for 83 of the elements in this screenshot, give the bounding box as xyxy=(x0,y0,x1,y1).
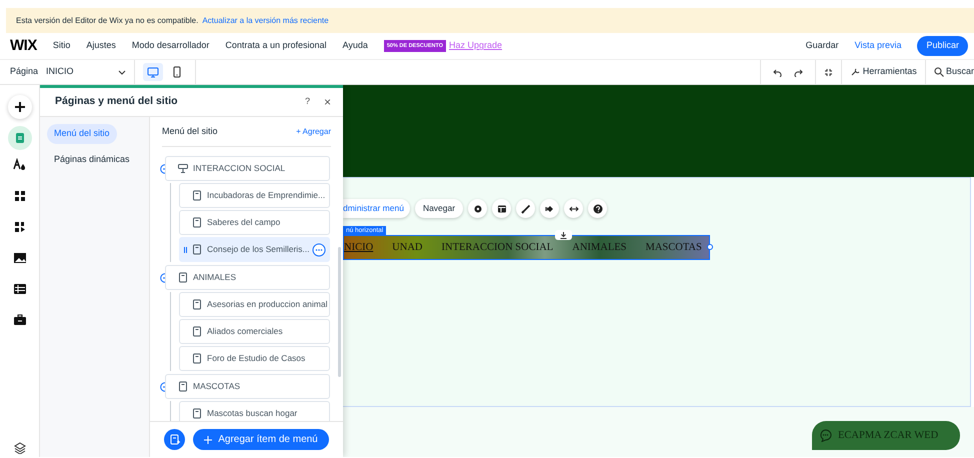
panel-tab[interactable]: Páginas dinámicas xyxy=(47,150,137,169)
menu-item-row[interactable]: Saberes del campo xyxy=(179,210,330,235)
panel-title: Páginas y menú del sitio xyxy=(55,94,179,110)
page-icon xyxy=(192,326,202,337)
chat-icon[interactable] xyxy=(819,429,832,442)
image-icon[interactable] xyxy=(12,251,26,265)
panel-tab[interactable]: Menú del sitio xyxy=(47,124,117,144)
menu-item[interactable]: Sitio xyxy=(52,39,70,53)
preview-button[interactable]: Vista previa xyxy=(854,39,902,53)
menu-item-row[interactable]: Incubadoras de Emprendimie... xyxy=(179,183,330,208)
brush-icon[interactable] xyxy=(520,204,531,214)
wrench-icon xyxy=(850,67,860,77)
briefcase-icon[interactable] xyxy=(12,313,26,327)
font-drop-icon[interactable] xyxy=(12,158,26,172)
save-button[interactable]: Guardar xyxy=(806,39,839,53)
menu-item-row[interactable]: INTERACCION SOCIAL xyxy=(165,156,330,181)
menu-link[interactable]: NICIO xyxy=(344,240,374,256)
menu-item-row[interactable]: MASCOTAS xyxy=(165,374,330,399)
menu-link[interactable]: UNAD xyxy=(392,240,423,256)
redo-icon[interactable] xyxy=(794,68,804,76)
tools-button[interactable]: Herramientas xyxy=(850,65,917,79)
stretch-icon[interactable] xyxy=(568,204,579,214)
download-icon[interactable] xyxy=(555,230,572,240)
scrollbar[interactable] xyxy=(338,247,341,377)
page-label: Página xyxy=(10,65,38,78)
add-icon[interactable] xyxy=(12,100,26,114)
page-icon xyxy=(178,272,188,283)
animation-icon[interactable] xyxy=(544,204,555,214)
search-icon xyxy=(934,67,944,77)
plus-icon[interactable] xyxy=(204,436,212,444)
menu-item[interactable]: Modo desarrollador xyxy=(132,39,210,53)
menu-link[interactable]: INTERACCION SOCIAL xyxy=(442,240,554,256)
page-icon xyxy=(192,408,202,419)
help-button[interactable]: ? xyxy=(304,95,310,109)
page-icon xyxy=(192,217,202,228)
navigate-button[interactable]: Navegar xyxy=(414,199,464,218)
dropdown-icon xyxy=(178,163,188,174)
undo-icon[interactable] xyxy=(773,68,782,76)
add-page-icon[interactable] xyxy=(170,434,180,445)
logo: WIX xyxy=(10,36,37,56)
page-icon xyxy=(192,190,202,201)
add-item-button[interactable]: Agregar ítem de menú xyxy=(193,429,329,450)
desktop-view-button[interactable] xyxy=(143,63,163,81)
grid-icon[interactable] xyxy=(12,189,26,203)
zoom-out-icon[interactable] xyxy=(824,68,834,76)
drag-handle-icon xyxy=(184,246,187,252)
puzzle-grid-icon[interactable] xyxy=(12,220,26,234)
menu-item-row[interactable]: Consejo de los Semilleris... xyxy=(179,237,330,262)
chevron-down-icon xyxy=(118,70,126,74)
table-icon[interactable] xyxy=(12,282,26,296)
layout-icon[interactable] xyxy=(496,204,507,214)
arrow-down-icon[interactable] xyxy=(560,232,567,238)
layers-icon[interactable] xyxy=(14,442,26,454)
close-button[interactable]: × xyxy=(324,93,331,111)
menu-item-row[interactable]: Asesorias en produccion animal xyxy=(179,292,330,317)
update-link[interactable]: Actualizar a la versión más reciente xyxy=(202,14,329,26)
page-icon xyxy=(192,353,202,364)
warning-message: Esta versión del Editor de Wix ya no es compatible. xyxy=(16,14,198,26)
menu-item-row[interactable]: Mascotas buscan hogar xyxy=(179,401,330,421)
phone-icon[interactable] xyxy=(173,66,181,78)
page-icon xyxy=(192,244,202,255)
upgrade-link[interactable]: Haz Upgrade xyxy=(449,39,502,53)
add-link[interactable]: + Agregar xyxy=(296,126,331,138)
page-selector[interactable]: INICIO xyxy=(46,65,126,79)
menu-item[interactable]: Contrata a un profesional xyxy=(225,39,326,53)
menu-item-row[interactable]: ANIMALES xyxy=(165,265,330,290)
section-title: Menú del sitio xyxy=(162,124,218,138)
monitor-icon[interactable] xyxy=(147,66,159,78)
manage-menu-button[interactable]: dministrar menú xyxy=(343,199,410,218)
help-icon[interactable] xyxy=(592,204,603,214)
menu-item[interactable]: Ajustes xyxy=(86,39,116,53)
add-page-button[interactable] xyxy=(164,429,186,450)
menu-item-row[interactable]: Aliados comerciales xyxy=(179,319,330,344)
menu-link[interactable]: MASCOTAS xyxy=(645,240,702,256)
page-icon xyxy=(178,381,188,392)
menu-item[interactable]: Ayuda xyxy=(342,39,368,53)
publish-button[interactable]: Publicar xyxy=(917,36,968,56)
page-icon xyxy=(192,299,202,310)
settings-icon[interactable] xyxy=(472,204,483,214)
menu-item-row[interactable]: Foro de Estudio de Casos xyxy=(179,346,330,371)
more-icon[interactable] xyxy=(312,242,326,256)
page-name: INICIO xyxy=(46,65,74,78)
search-button[interactable]: Buscar xyxy=(934,65,974,79)
